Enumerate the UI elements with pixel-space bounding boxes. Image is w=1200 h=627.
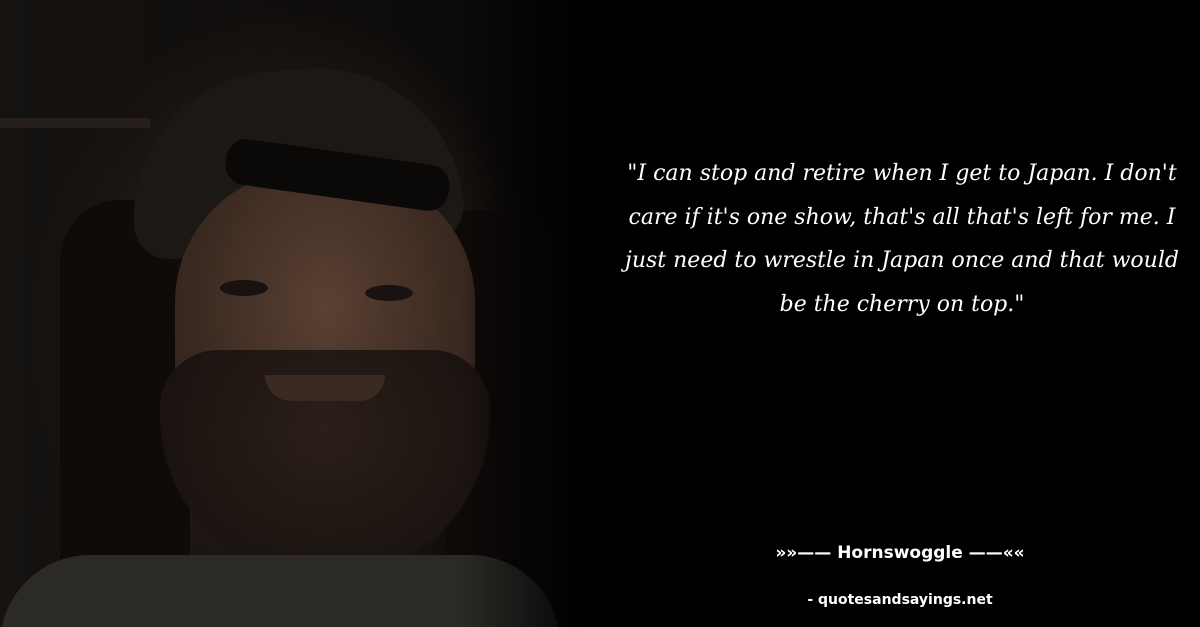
background-shelf bbox=[0, 118, 150, 128]
source-attribution: - quotesandsayings.net bbox=[807, 592, 993, 608]
mouth bbox=[265, 375, 385, 401]
left-eye bbox=[220, 280, 268, 296]
quote-text: "I can stop and retire when I get to Jap… bbox=[625, 161, 1179, 317]
right-eye bbox=[365, 285, 413, 301]
quote-author: »»—— Hornswoggle ——«« bbox=[775, 543, 1025, 563]
portrait-photo bbox=[0, 0, 600, 627]
quote-card: "I can stop and retire when I get to Jap… bbox=[0, 0, 1200, 627]
photo-fade bbox=[460, 0, 600, 627]
